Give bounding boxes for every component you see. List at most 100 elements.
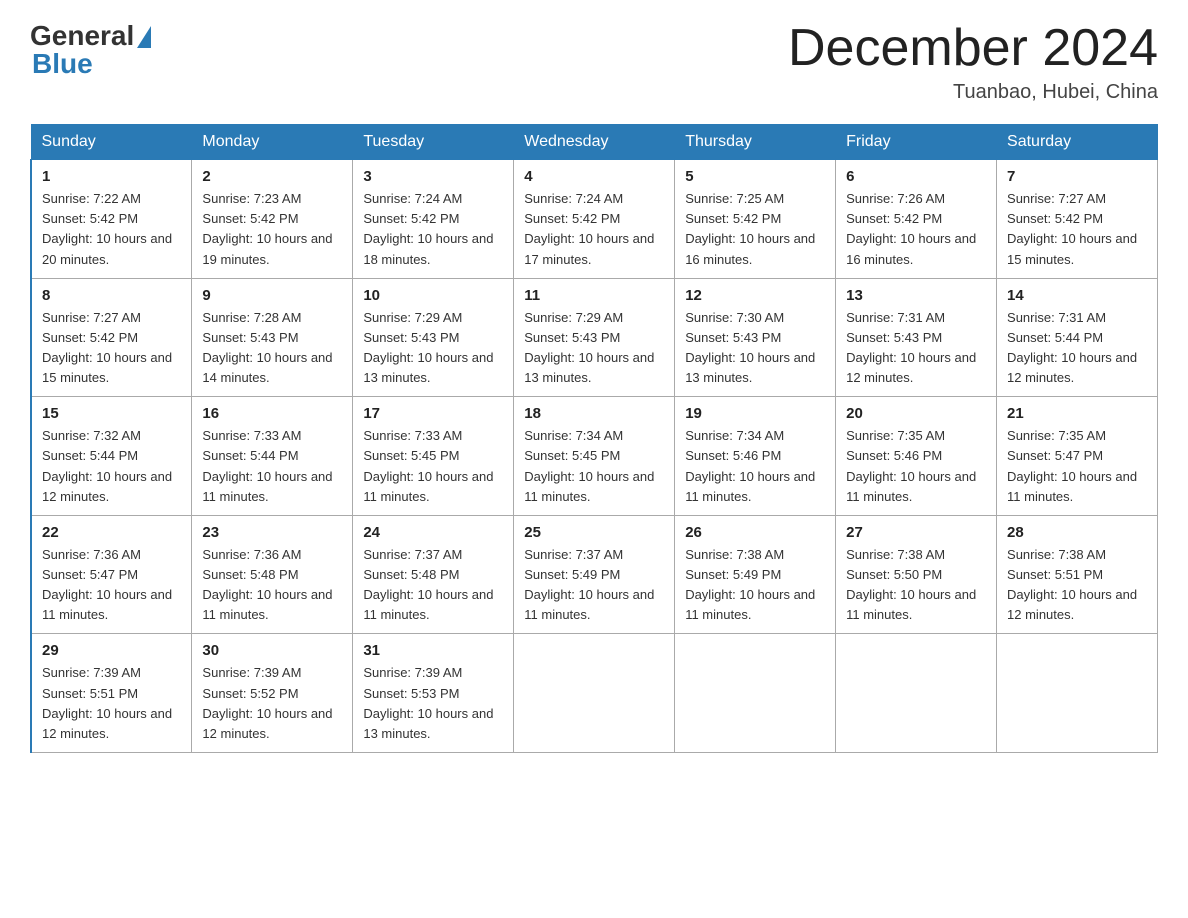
- day-number: 19: [685, 405, 825, 422]
- day-info: Sunrise: 7:22 AMSunset: 5:42 PMDaylight:…: [42, 191, 172, 266]
- day-cell: 31 Sunrise: 7:39 AMSunset: 5:53 PMDaylig…: [353, 634, 514, 753]
- day-info: Sunrise: 7:33 AMSunset: 5:44 PMDaylight:…: [202, 428, 332, 503]
- day-cell: [514, 634, 675, 753]
- day-info: Sunrise: 7:37 AMSunset: 5:48 PMDaylight:…: [363, 547, 493, 622]
- day-number: 15: [42, 405, 181, 422]
- day-info: Sunrise: 7:24 AMSunset: 5:42 PMDaylight:…: [524, 191, 654, 266]
- day-number: 17: [363, 405, 503, 422]
- day-cell: [997, 634, 1158, 753]
- day-cell: 27 Sunrise: 7:38 AMSunset: 5:50 PMDaylig…: [836, 515, 997, 634]
- header-row: SundayMondayTuesdayWednesdayThursdayFrid…: [31, 125, 1158, 160]
- day-cell: 28 Sunrise: 7:38 AMSunset: 5:51 PMDaylig…: [997, 515, 1158, 634]
- day-cell: 18 Sunrise: 7:34 AMSunset: 5:45 PMDaylig…: [514, 397, 675, 516]
- day-info: Sunrise: 7:38 AMSunset: 5:49 PMDaylight:…: [685, 547, 815, 622]
- day-cell: [836, 634, 997, 753]
- day-info: Sunrise: 7:34 AMSunset: 5:45 PMDaylight:…: [524, 428, 654, 503]
- header-wednesday: Wednesday: [514, 125, 675, 160]
- day-info: Sunrise: 7:32 AMSunset: 5:44 PMDaylight:…: [42, 428, 172, 503]
- day-number: 31: [363, 642, 503, 659]
- day-cell: 6 Sunrise: 7:26 AMSunset: 5:42 PMDayligh…: [836, 160, 997, 279]
- day-cell: 8 Sunrise: 7:27 AMSunset: 5:42 PMDayligh…: [31, 278, 192, 397]
- week-row-5: 29 Sunrise: 7:39 AMSunset: 5:51 PMDaylig…: [31, 634, 1158, 753]
- day-number: 25: [524, 524, 664, 541]
- day-info: Sunrise: 7:31 AMSunset: 5:43 PMDaylight:…: [846, 310, 976, 385]
- day-cell: 4 Sunrise: 7:24 AMSunset: 5:42 PMDayligh…: [514, 160, 675, 279]
- day-cell: 7 Sunrise: 7:27 AMSunset: 5:42 PMDayligh…: [997, 160, 1158, 279]
- week-row-3: 15 Sunrise: 7:32 AMSunset: 5:44 PMDaylig…: [31, 397, 1158, 516]
- day-number: 13: [846, 287, 986, 304]
- day-cell: 22 Sunrise: 7:36 AMSunset: 5:47 PMDaylig…: [31, 515, 192, 634]
- day-number: 6: [846, 168, 986, 185]
- day-cell: 5 Sunrise: 7:25 AMSunset: 5:42 PMDayligh…: [675, 160, 836, 279]
- day-number: 28: [1007, 524, 1147, 541]
- day-info: Sunrise: 7:25 AMSunset: 5:42 PMDaylight:…: [685, 191, 815, 266]
- header-sunday: Sunday: [31, 125, 192, 160]
- day-number: 1: [42, 168, 181, 185]
- day-cell: 24 Sunrise: 7:37 AMSunset: 5:48 PMDaylig…: [353, 515, 514, 634]
- day-number: 5: [685, 168, 825, 185]
- day-info: Sunrise: 7:37 AMSunset: 5:49 PMDaylight:…: [524, 547, 654, 622]
- day-info: Sunrise: 7:36 AMSunset: 5:48 PMDaylight:…: [202, 547, 332, 622]
- day-info: Sunrise: 7:31 AMSunset: 5:44 PMDaylight:…: [1007, 310, 1137, 385]
- day-cell: 26 Sunrise: 7:38 AMSunset: 5:49 PMDaylig…: [675, 515, 836, 634]
- day-number: 7: [1007, 168, 1147, 185]
- day-number: 3: [363, 168, 503, 185]
- day-info: Sunrise: 7:29 AMSunset: 5:43 PMDaylight:…: [524, 310, 654, 385]
- day-info: Sunrise: 7:27 AMSunset: 5:42 PMDaylight:…: [42, 310, 172, 385]
- day-number: 14: [1007, 287, 1147, 304]
- day-cell: 9 Sunrise: 7:28 AMSunset: 5:43 PMDayligh…: [192, 278, 353, 397]
- day-number: 18: [524, 405, 664, 422]
- week-row-4: 22 Sunrise: 7:36 AMSunset: 5:47 PMDaylig…: [31, 515, 1158, 634]
- day-info: Sunrise: 7:38 AMSunset: 5:50 PMDaylight:…: [846, 547, 976, 622]
- day-info: Sunrise: 7:38 AMSunset: 5:51 PMDaylight:…: [1007, 547, 1137, 622]
- header-monday: Monday: [192, 125, 353, 160]
- day-number: 4: [524, 168, 664, 185]
- day-cell: 12 Sunrise: 7:30 AMSunset: 5:43 PMDaylig…: [675, 278, 836, 397]
- day-info: Sunrise: 7:39 AMSunset: 5:52 PMDaylight:…: [202, 665, 332, 740]
- day-cell: 25 Sunrise: 7:37 AMSunset: 5:49 PMDaylig…: [514, 515, 675, 634]
- day-number: 27: [846, 524, 986, 541]
- header-tuesday: Tuesday: [353, 125, 514, 160]
- header-thursday: Thursday: [675, 125, 836, 160]
- logo-arrow-icon: [137, 26, 151, 48]
- day-cell: 11 Sunrise: 7:29 AMSunset: 5:43 PMDaylig…: [514, 278, 675, 397]
- day-cell: 2 Sunrise: 7:23 AMSunset: 5:42 PMDayligh…: [192, 160, 353, 279]
- day-cell: 3 Sunrise: 7:24 AMSunset: 5:42 PMDayligh…: [353, 160, 514, 279]
- day-cell: 16 Sunrise: 7:33 AMSunset: 5:44 PMDaylig…: [192, 397, 353, 516]
- header-saturday: Saturday: [997, 125, 1158, 160]
- day-cell: 20 Sunrise: 7:35 AMSunset: 5:46 PMDaylig…: [836, 397, 997, 516]
- header-friday: Friday: [836, 125, 997, 160]
- day-number: 8: [42, 287, 181, 304]
- day-info: Sunrise: 7:27 AMSunset: 5:42 PMDaylight:…: [1007, 191, 1137, 266]
- page-header: General Blue December 2024 Tuanbao, Hube…: [30, 20, 1158, 104]
- day-number: 20: [846, 405, 986, 422]
- day-number: 29: [42, 642, 181, 659]
- day-number: 10: [363, 287, 503, 304]
- day-number: 22: [42, 524, 181, 541]
- day-cell: 14 Sunrise: 7:31 AMSunset: 5:44 PMDaylig…: [997, 278, 1158, 397]
- week-row-1: 1 Sunrise: 7:22 AMSunset: 5:42 PMDayligh…: [31, 160, 1158, 279]
- day-info: Sunrise: 7:39 AMSunset: 5:53 PMDaylight:…: [363, 665, 493, 740]
- day-info: Sunrise: 7:34 AMSunset: 5:46 PMDaylight:…: [685, 428, 815, 503]
- day-info: Sunrise: 7:39 AMSunset: 5:51 PMDaylight:…: [42, 665, 172, 740]
- day-cell: 13 Sunrise: 7:31 AMSunset: 5:43 PMDaylig…: [836, 278, 997, 397]
- day-number: 2: [202, 168, 342, 185]
- day-number: 9: [202, 287, 342, 304]
- day-cell: [675, 634, 836, 753]
- day-cell: 1 Sunrise: 7:22 AMSunset: 5:42 PMDayligh…: [31, 160, 192, 279]
- day-number: 16: [202, 405, 342, 422]
- day-cell: 10 Sunrise: 7:29 AMSunset: 5:43 PMDaylig…: [353, 278, 514, 397]
- day-number: 24: [363, 524, 503, 541]
- day-info: Sunrise: 7:23 AMSunset: 5:42 PMDaylight:…: [202, 191, 332, 266]
- week-row-2: 8 Sunrise: 7:27 AMSunset: 5:42 PMDayligh…: [31, 278, 1158, 397]
- day-info: Sunrise: 7:30 AMSunset: 5:43 PMDaylight:…: [685, 310, 815, 385]
- day-info: Sunrise: 7:33 AMSunset: 5:45 PMDaylight:…: [363, 428, 493, 503]
- day-info: Sunrise: 7:35 AMSunset: 5:47 PMDaylight:…: [1007, 428, 1137, 503]
- day-cell: 15 Sunrise: 7:32 AMSunset: 5:44 PMDaylig…: [31, 397, 192, 516]
- logo: General Blue: [30, 20, 151, 80]
- day-cell: 23 Sunrise: 7:36 AMSunset: 5:48 PMDaylig…: [192, 515, 353, 634]
- location-text: Tuanbao, Hubei, China: [788, 81, 1158, 104]
- logo-blue-text: Blue: [32, 48, 93, 80]
- day-info: Sunrise: 7:35 AMSunset: 5:46 PMDaylight:…: [846, 428, 976, 503]
- day-number: 12: [685, 287, 825, 304]
